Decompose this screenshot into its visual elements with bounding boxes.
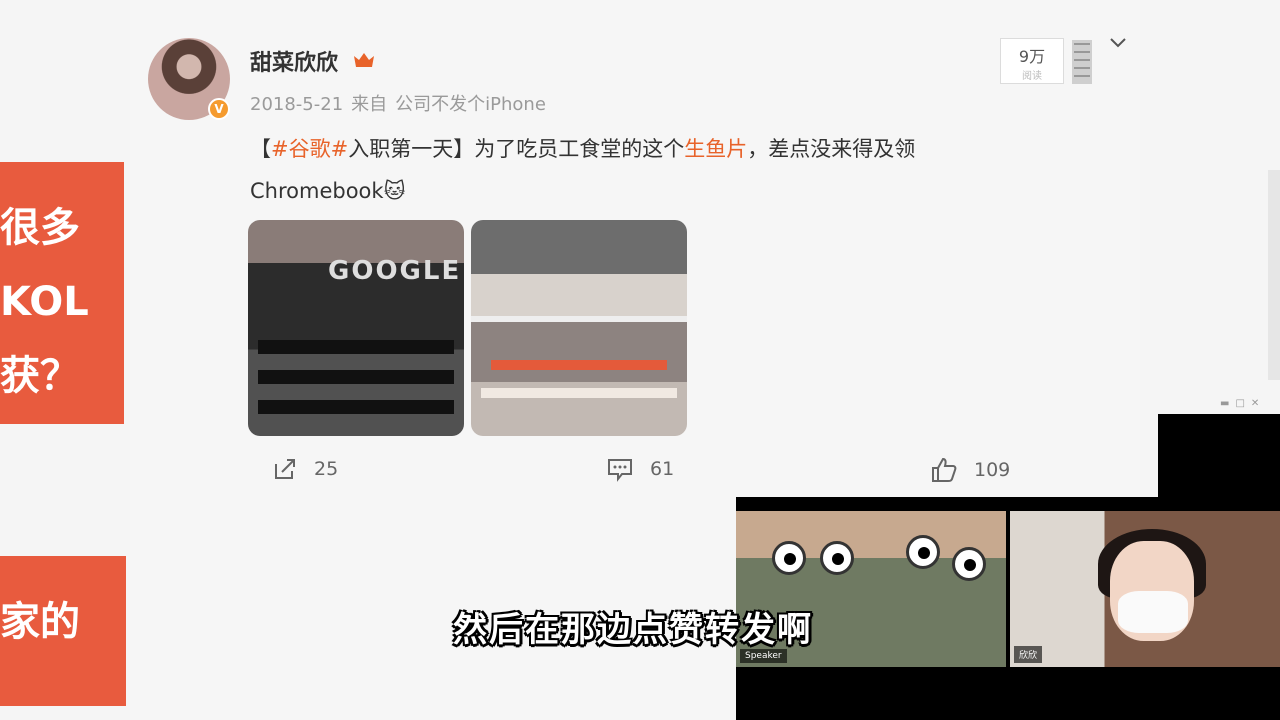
verified-badge-icon: V [208, 98, 230, 120]
post-photo-google[interactable]: GOOGLE [248, 220, 464, 436]
post-source-prefix: 来自 [351, 94, 388, 115]
share-icon [275, 459, 295, 479]
bracket-open: 【 [250, 137, 271, 161]
post-photo-sushi[interactable] [471, 220, 687, 436]
participant-name-left: Speaker [740, 649, 787, 663]
video-call-panel: Speaker 欣欣 [736, 497, 1280, 720]
comment-count: 61 [650, 458, 675, 480]
like-button[interactable]: 109 [930, 456, 1010, 484]
video-subtitle: 然后在那边点赞转发啊 [453, 610, 813, 650]
read-count: 9万 [1018, 47, 1046, 66]
keyword-link[interactable]: 生鱼片 [684, 137, 747, 161]
post-date[interactable]: 2018-5-21 [250, 94, 343, 115]
chevron-down-icon[interactable] [1108, 36, 1128, 50]
emoji-cat-icon: 🐱 [383, 179, 406, 203]
comment-button[interactable]: 61 [606, 456, 674, 482]
post-topic: 入职第一天 [348, 137, 454, 161]
post-source: 公司不发个iPhone [395, 94, 546, 115]
slide-line-1: 很多 [0, 205, 80, 251]
post-username[interactable]: 甜菜欣欣 [250, 45, 338, 77]
slide-line-3: 获？ [0, 353, 80, 399]
cartoon-eye-icon [952, 547, 986, 581]
share-count: 25 [314, 458, 339, 480]
bracket-close: 】 [453, 137, 475, 161]
participant-name-right: 欣欣 [1014, 646, 1043, 663]
face-mask [1118, 591, 1188, 633]
share-button[interactable]: 25 [272, 456, 338, 482]
comment-icon [608, 459, 632, 482]
screen: 很多 KOL 获？ 家的 V 甜菜欣欣 2018-5-21 来自 公司不发个iPho… [0, 0, 1280, 720]
slide-line-4: 家的 [0, 599, 80, 645]
read-count-label: 阅读 [1022, 71, 1042, 82]
window-controls-icon[interactable]: ▬□✕ [1220, 398, 1265, 409]
overlay-block [1158, 414, 1280, 500]
slide-card-bottom: 家的 [0, 556, 126, 706]
thumbs-up-icon [932, 457, 957, 482]
pattern-icon [1072, 40, 1092, 84]
post-line2: Chromebook [250, 179, 384, 203]
post-text: 【#谷歌#入职第一天】为了吃员工食堂的这个生鱼片，差点没来得及领 Chromeb… [250, 128, 1050, 212]
post-body-b: ，差点没来得及领 [747, 137, 916, 161]
like-count: 109 [974, 459, 1011, 481]
cartoon-eye-icon [906, 535, 940, 569]
crown-icon [354, 53, 374, 67]
slide-card-top: 很多 KOL 获？ [0, 162, 124, 424]
photo-sign-text: GOOGLE [328, 256, 462, 286]
scrollbar[interactable] [1268, 170, 1280, 380]
post-meta: 2018-5-21 来自 公司不发个iPhone [250, 90, 554, 116]
cartoon-eye-icon [820, 541, 854, 575]
cartoon-eye-icon [772, 541, 806, 575]
slide-line-2: KOL [0, 279, 89, 325]
post-body-a: 为了吃员工食堂的这个 [474, 137, 685, 161]
hashtag-link[interactable]: #谷歌# [271, 137, 348, 161]
video-tile-right[interactable]: 欣欣 [1010, 511, 1280, 667]
read-count-box: 9万 阅读 [1000, 38, 1064, 84]
